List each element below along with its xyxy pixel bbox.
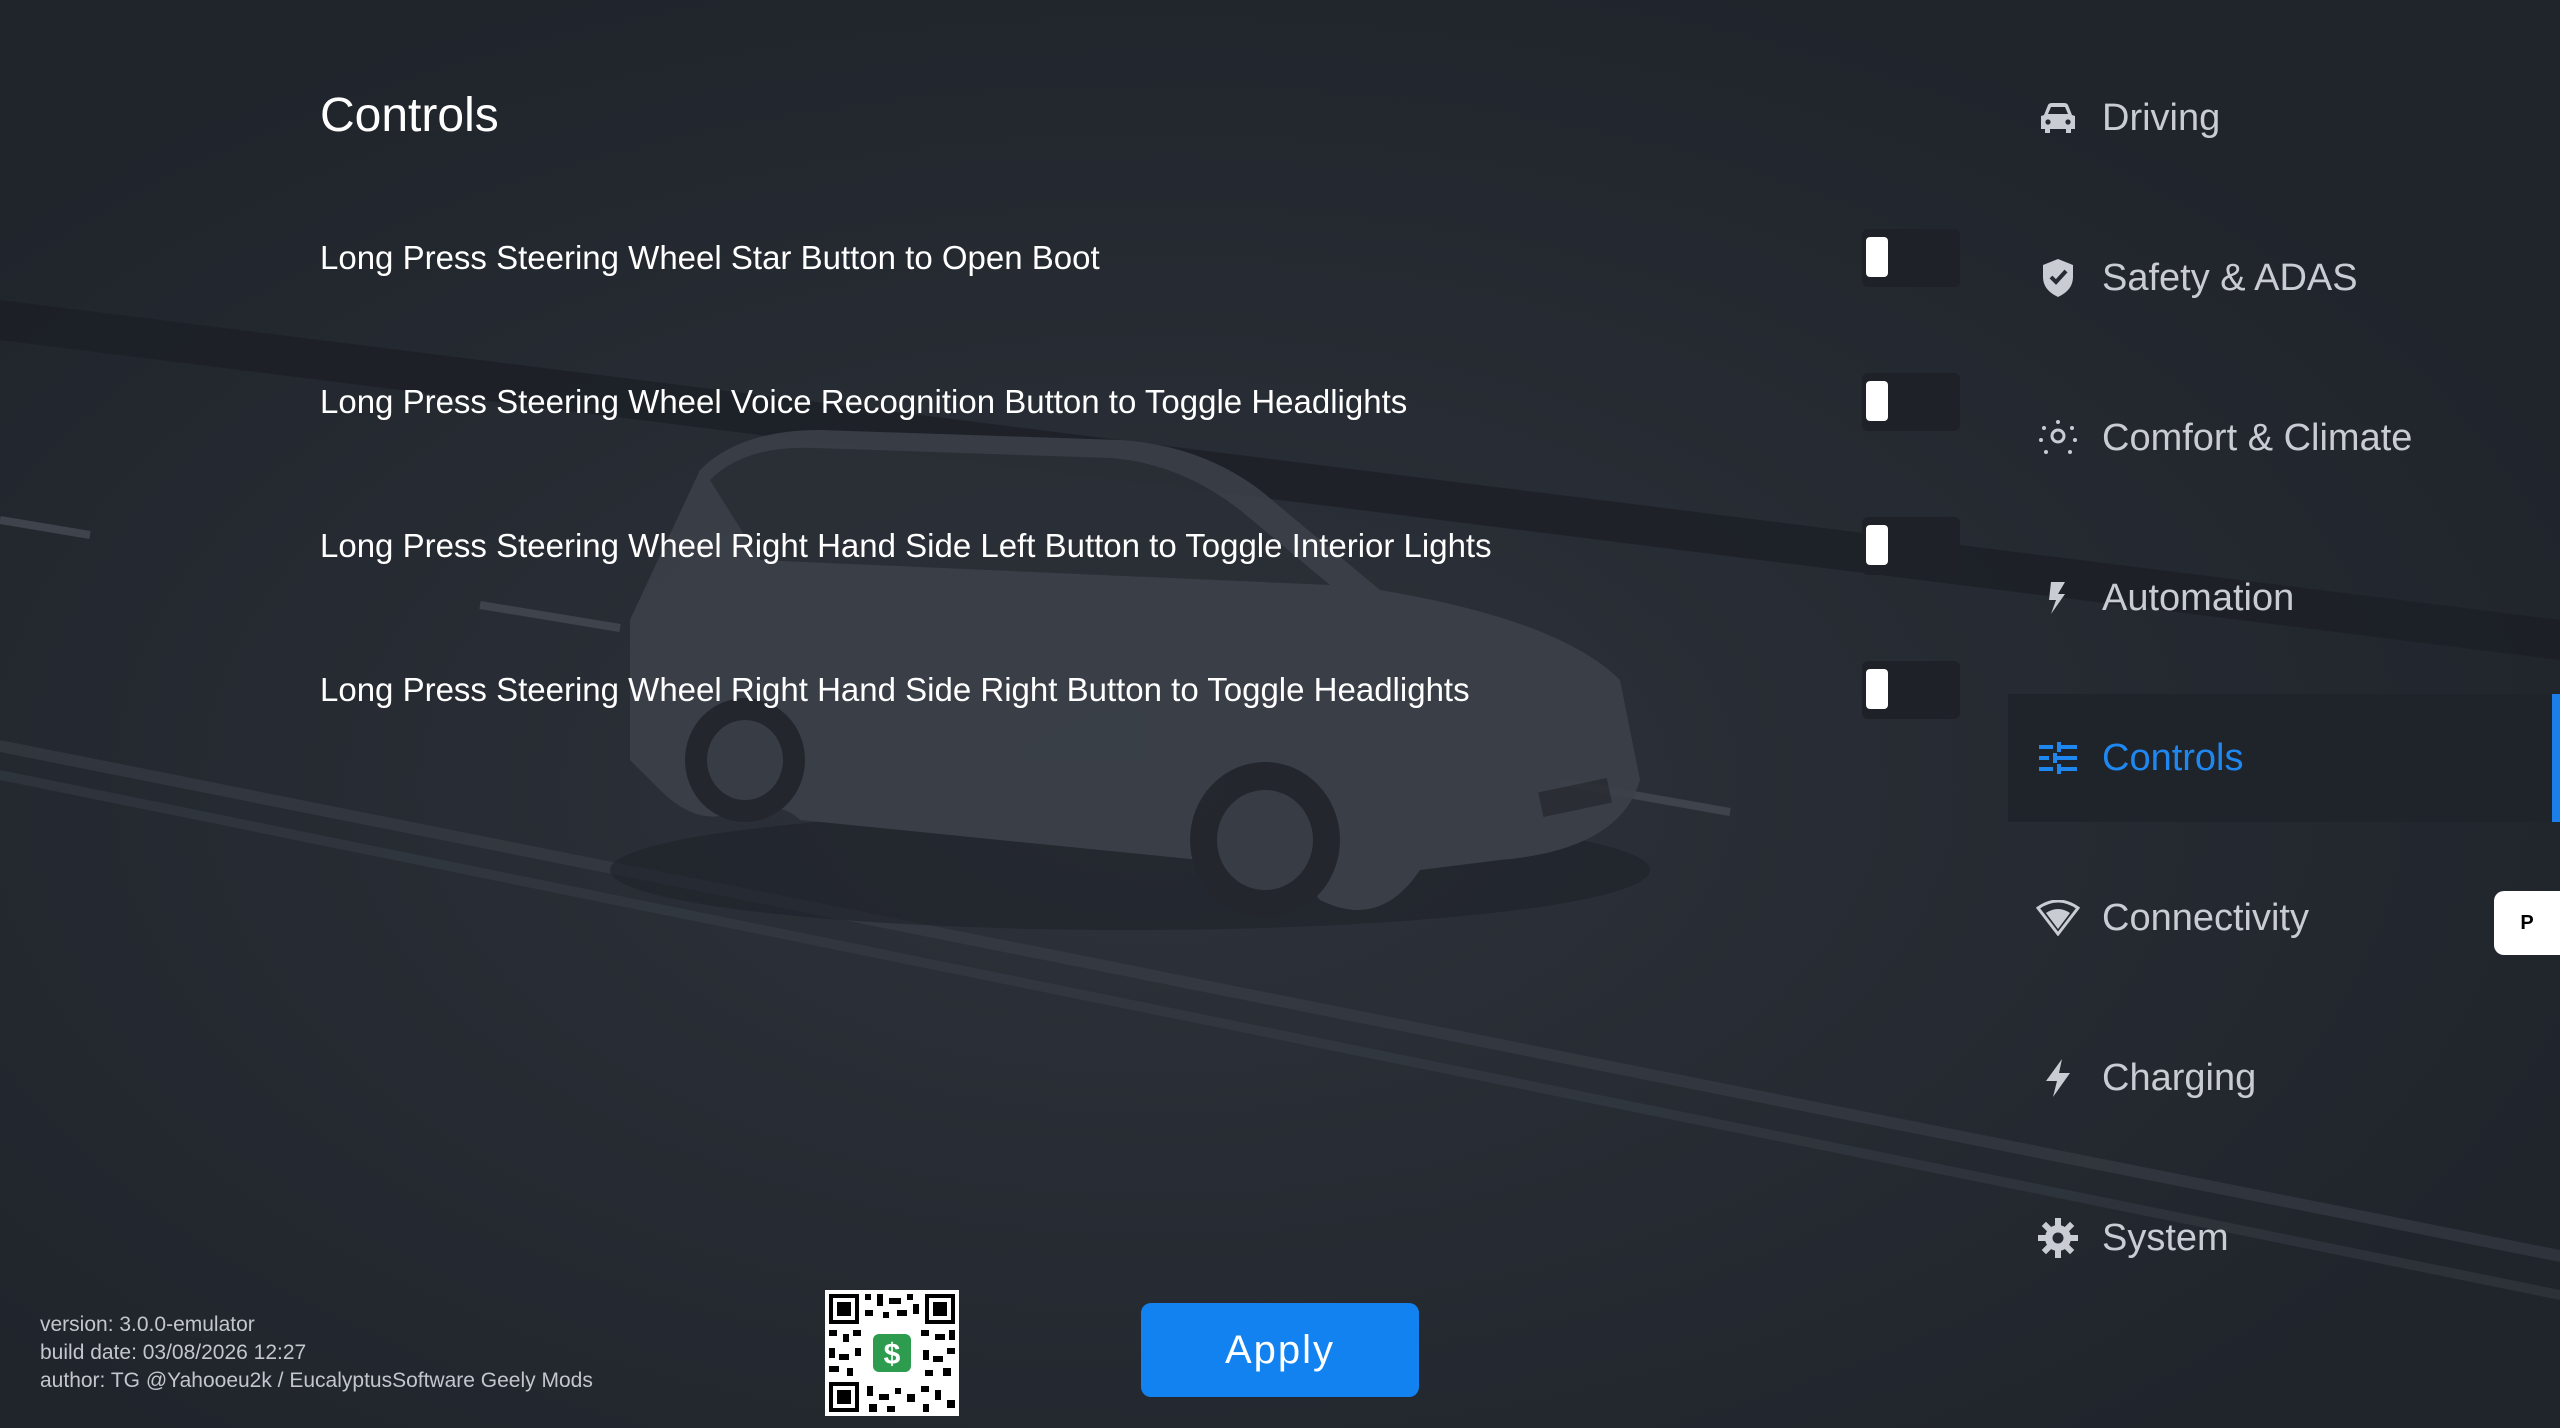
toggle-switch[interactable]	[1862, 229, 1960, 287]
setting-row-star-button-boot: Long Press Steering Wheel Star Button to…	[320, 218, 1960, 298]
apply-button[interactable]: Apply	[1141, 1303, 1419, 1397]
version-text: version: 3.0.0-emulator	[40, 1313, 255, 1336]
sidebar-item-controls[interactable]: Controls	[2008, 694, 2560, 822]
sidebar-item-system[interactable]: System	[2008, 1174, 2560, 1302]
setting-label: Long Press Steering Wheel Right Hand Sid…	[320, 671, 1470, 708]
wifi-icon	[2034, 894, 2082, 942]
svg-text:$: $	[884, 1338, 901, 1371]
sidebar-item-label: Charging	[2102, 1056, 2257, 1099]
automation-icon	[2034, 574, 2082, 622]
setting-row-voice-button-headlights: Long Press Steering Wheel Voice Recognit…	[320, 362, 1960, 442]
setting-label: Long Press Steering Wheel Right Hand Sid…	[320, 527, 1492, 564]
sidebar-item-label: Safety & ADAS	[2102, 256, 2358, 299]
bolt-icon	[2034, 1054, 2082, 1102]
toggle-knob	[1866, 237, 1888, 277]
toggle-knob	[1866, 669, 1888, 709]
setting-label: Long Press Steering Wheel Voice Recognit…	[320, 383, 1408, 420]
sidebar-item-comfort-climate[interactable]: Comfort & Climate	[2008, 374, 2560, 502]
sidebar-item-label: Driving	[2102, 96, 2221, 139]
sidebar-item-charging[interactable]: Charging	[2008, 1014, 2560, 1142]
controls-icon	[2034, 734, 2082, 782]
page-title: Controls	[320, 89, 499, 142]
sidebar-item-label: Connectivity	[2102, 896, 2309, 939]
toggle-switch[interactable]	[1862, 661, 1960, 719]
build-date-text: build date: 03/08/2026 12:27	[40, 1341, 307, 1364]
sidebar-item-safety-adas[interactable]: Safety & ADAS	[2008, 214, 2560, 342]
toggle-switch[interactable]	[1862, 373, 1960, 431]
sidebar-item-driving[interactable]: Driving	[2008, 54, 2560, 182]
setting-row-rhs-right-headlights: Long Press Steering Wheel Right Hand Sid…	[320, 650, 1960, 730]
author-text: author: TG @Yahooeu2k / EucalyptusSoftwa…	[40, 1369, 593, 1392]
app-info: version: 3.0.0-emulator build date: 03/0…	[40, 1311, 593, 1395]
toggle-switch[interactable]	[1862, 517, 1960, 575]
sidebar-item-label: Automation	[2102, 576, 2295, 619]
sidebar-item-label: Comfort & Climate	[2102, 416, 2413, 459]
car-icon	[2034, 94, 2082, 142]
donation-qr-code[interactable]: $	[825, 1290, 959, 1416]
toggle-knob	[1866, 525, 1888, 565]
sidebar-item-automation[interactable]: Automation	[2008, 534, 2560, 662]
setting-row-rhs-left-interior-lights: Long Press Steering Wheel Right Hand Sid…	[320, 506, 1960, 586]
sun-icon	[2034, 414, 2082, 462]
toggle-knob	[1866, 381, 1888, 421]
shield-icon	[2034, 254, 2082, 302]
sidebar-item-connectivity[interactable]: Connectivity	[2008, 854, 2560, 982]
gear-icon	[2034, 1214, 2082, 1262]
park-indicator-badge[interactable]: P	[2494, 891, 2560, 955]
sidebar-item-label: System	[2102, 1216, 2229, 1259]
setting-label: Long Press Steering Wheel Star Button to…	[320, 239, 1100, 276]
sidebar-item-label: Controls	[2102, 736, 2244, 779]
